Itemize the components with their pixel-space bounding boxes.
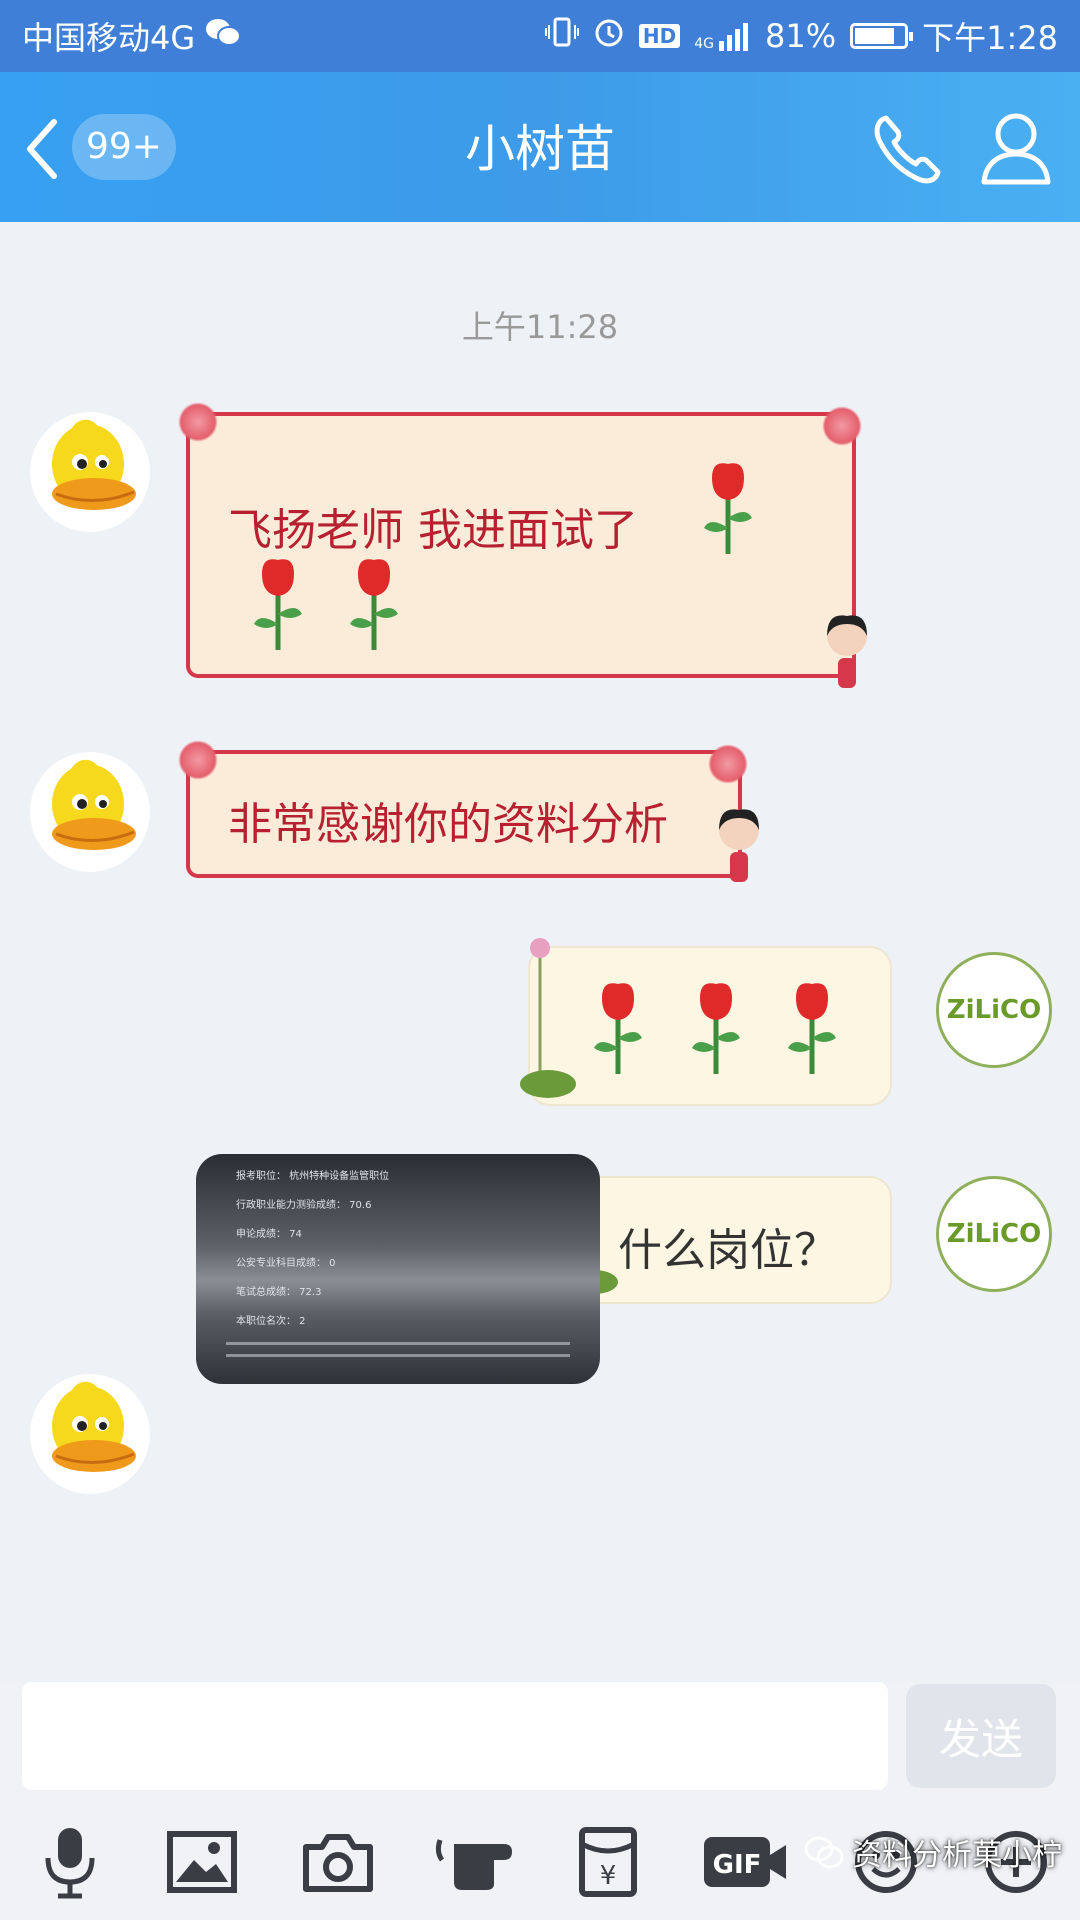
carrier-label: 中国移动4G xyxy=(22,19,196,57)
phone-call-icon[interactable] xyxy=(868,108,948,188)
watermark: 资料分析菓小柠 xyxy=(804,1830,1062,1874)
yen-label: ¥ xyxy=(600,1861,617,1891)
sender-avatar[interactable] xyxy=(30,1374,150,1494)
microphone-icon[interactable] xyxy=(30,1822,110,1902)
photo-divider xyxy=(226,1342,570,1345)
rose-icon xyxy=(788,983,836,1074)
hd-badge: HD xyxy=(638,24,681,48)
wechat-icon xyxy=(205,17,242,55)
clock: 下午1:28 xyxy=(922,19,1058,57)
rose-icon xyxy=(254,559,302,650)
wechat-logo-icon xyxy=(804,1836,844,1869)
message-bubble[interactable]: 飞扬老师 我进面试了 xyxy=(178,402,867,688)
rose-icon xyxy=(594,983,642,1074)
message-text: 什么岗位？ xyxy=(618,1225,838,1276)
battery-icon xyxy=(850,23,914,49)
battery-fill xyxy=(855,28,895,44)
photo-content: 报考职位： 杭州特种设备监管职位 行政职业能力测验成绩： 70.6 申论成绩： … xyxy=(236,1162,389,1336)
photo-text-row: 公安专业科目成绩： 0 xyxy=(236,1258,336,1269)
chat-message-list[interactable]: 上午11:28 飞扬老师 我进面试了 非常感谢你的资料分析 ZiLiCO 什么岗… xyxy=(0,222,1080,1682)
avatar-logo-text: ZiLiCO xyxy=(946,1219,1042,1249)
my-avatar[interactable]: ZiLiCO xyxy=(936,1176,1052,1292)
battery-percent: 81% xyxy=(765,17,837,55)
duck-icon xyxy=(30,412,150,532)
network-type: 4G xyxy=(694,36,714,52)
red-packet-icon[interactable]: ¥ xyxy=(568,1822,648,1902)
lotus-decoration-icon xyxy=(520,938,576,1098)
message-bubble[interactable] xyxy=(520,938,892,1106)
message-text: 非常感谢你的资料分析 xyxy=(228,799,668,850)
photo-text-row: 申论成绩： 74 xyxy=(236,1229,302,1240)
gif-icon[interactable]: GIF xyxy=(700,1822,790,1902)
duck-icon xyxy=(30,1374,150,1494)
my-avatar[interactable]: ZiLiCO xyxy=(936,952,1052,1068)
image-icon[interactable] xyxy=(162,1822,242,1902)
rose-icon xyxy=(704,463,752,554)
message-text: 飞扬老师 我进面试了 xyxy=(228,505,638,556)
composer: 发送 ¥ GIF 资料分析菓小柠 xyxy=(0,1682,1080,1920)
duck-icon xyxy=(30,752,150,872)
message-timestamp: 上午11:28 xyxy=(461,308,619,346)
message-input[interactable] xyxy=(22,1682,888,1790)
flower-decoration-icon xyxy=(178,402,218,442)
signal-icon: 4G xyxy=(694,21,751,51)
send-button[interactable]: 发送 xyxy=(906,1684,1056,1788)
flower-decoration-icon xyxy=(708,744,748,784)
chat-header: 99+ 小树苗 xyxy=(0,72,1080,222)
message-bubble[interactable]: 非常感谢你的资料分析 xyxy=(178,740,759,882)
gif-label: GIF xyxy=(713,1850,762,1880)
rose-icon xyxy=(692,983,740,1074)
alarm-icon xyxy=(593,16,625,56)
avatar-logo-text: ZiLiCO xyxy=(946,995,1042,1025)
camera-icon[interactable] xyxy=(298,1822,378,1902)
flower-decoration-icon xyxy=(822,406,862,446)
status-bar: 中国移动4G HD 4G 81% 下午1:28 xyxy=(0,0,1080,72)
photo-text-row: 行政职业能力测验成绩： 70.6 xyxy=(236,1200,372,1211)
rose-icon xyxy=(350,559,398,650)
photo-text-row: 笔试总成绩： 72.3 xyxy=(236,1287,322,1298)
sender-avatar[interactable] xyxy=(30,412,150,532)
hand-icon[interactable] xyxy=(432,1822,532,1902)
photo-message[interactable]: 报考职位： 杭州特种设备监管职位 行政职业能力测验成绩： 70.6 申论成绩： … xyxy=(196,1154,600,1384)
bubble-mascot-icon xyxy=(719,809,759,882)
photo-text-row: 本职位名次： 2 xyxy=(236,1316,306,1327)
sender-avatar[interactable] xyxy=(30,752,150,872)
bubble-mascot-icon xyxy=(827,615,867,688)
photo-divider xyxy=(226,1354,570,1357)
profile-icon[interactable] xyxy=(978,108,1054,188)
flower-decoration-icon xyxy=(178,740,218,780)
watermark-text: 资料分析菓小柠 xyxy=(852,1838,1062,1873)
photo-text-row: 报考职位： 杭州特种设备监管职位 xyxy=(236,1171,390,1182)
message-bubble[interactable]: 什么岗位？ xyxy=(570,1171,892,1304)
vibrate-icon xyxy=(544,17,579,55)
